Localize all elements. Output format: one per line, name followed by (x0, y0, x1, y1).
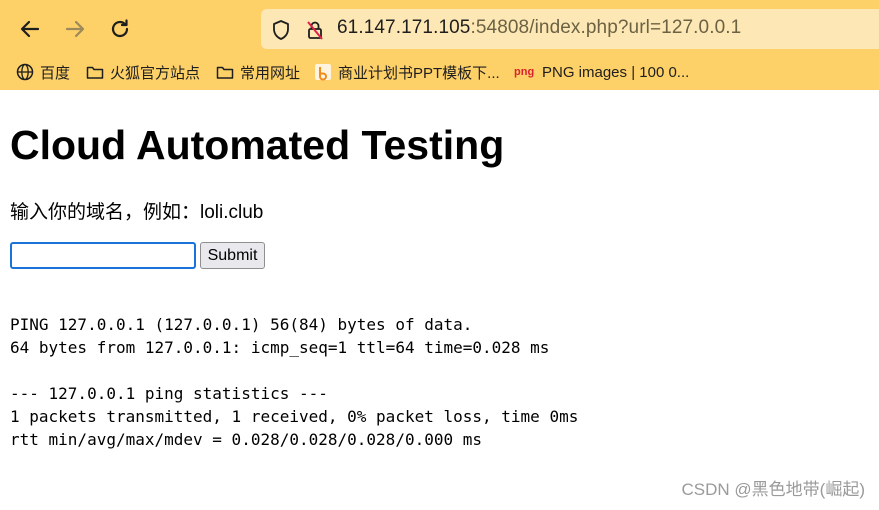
output-line: --- 127.0.0.1 ping statistics --- (10, 384, 328, 403)
ping-output: PING 127.0.0.1 (127.0.0.1) 56(84) bytes … (10, 313, 578, 451)
reload-button[interactable] (106, 15, 134, 43)
output-line: 1 packets transmitted, 1 received, 0% pa… (10, 407, 579, 426)
navigation-toolbar: 61.147.171.105:54808/index.php?url=127.0… (0, 6, 879, 52)
url-path: :54808/index.php?url=127.0.0.1 (470, 17, 742, 38)
bookmark-png-images[interactable]: png PNG images | 100 0... (514, 61, 689, 83)
globe-icon (16, 63, 34, 81)
browser-chrome: 61.147.171.105:54808/index.php?url=127.0… (0, 0, 879, 90)
url-text[interactable]: 61.147.171.105:54808/index.php?url=127.0… (337, 17, 741, 39)
bookmark-firefox-sites[interactable]: 火狐官方站点 (86, 61, 200, 83)
csdn-watermark: CSDN @黑色地带(崛起) (681, 480, 865, 499)
address-bar[interactable]: 61.147.171.105:54808/index.php?url=127.0… (261, 9, 879, 49)
bookmark-label: PNG images | 100 0... (542, 63, 690, 81)
back-button[interactable] (16, 15, 44, 43)
folder-icon (86, 66, 104, 79)
output-line: rtt min/avg/max/mdev = 0.028/0.028/0.028… (10, 430, 483, 449)
doc-favicon-icon (315, 64, 331, 81)
forward-button[interactable] (61, 15, 89, 43)
shield-icon (273, 20, 289, 40)
bookmark-label: 百度 (40, 64, 71, 82)
bookmark-common-sites[interactable]: 常用网址 (216, 61, 300, 83)
bookmark-ppt-templates[interactable]: 商业计划书PPT模板下... (314, 61, 500, 83)
insecure-lock-icon[interactable] (305, 19, 325, 41)
bookmark-label: 常用网址 (240, 64, 301, 82)
reload-icon (111, 19, 129, 38)
bookmark-label: 商业计划书PPT模板下... (338, 64, 500, 82)
bookmark-label: 火狐官方站点 (110, 64, 201, 82)
page-title: Cloud Automated Testing (10, 122, 505, 168)
arrow-right-icon (65, 20, 85, 38)
output-line: 64 bytes from 127.0.0.1: icmp_seq=1 ttl=… (10, 338, 550, 357)
png-favicon-icon: png (514, 66, 535, 78)
domain-input[interactable] (10, 242, 196, 269)
arrow-left-icon (20, 20, 40, 38)
bookmark-baidu[interactable]: 百度 (16, 61, 70, 83)
folder-icon (216, 66, 234, 79)
output-line: PING 127.0.0.1 (127.0.0.1) 56(84) bytes … (10, 315, 473, 334)
domain-prompt: 输入你的域名，例如：loli.club (10, 202, 264, 223)
submit-button[interactable]: Submit (200, 242, 265, 269)
bookmarks-toolbar: 百度 火狐官方站点 常用网址 商业计划书PPT模板下... png PNG im… (0, 58, 879, 86)
url-host: 61.147.171.105 (337, 17, 471, 38)
